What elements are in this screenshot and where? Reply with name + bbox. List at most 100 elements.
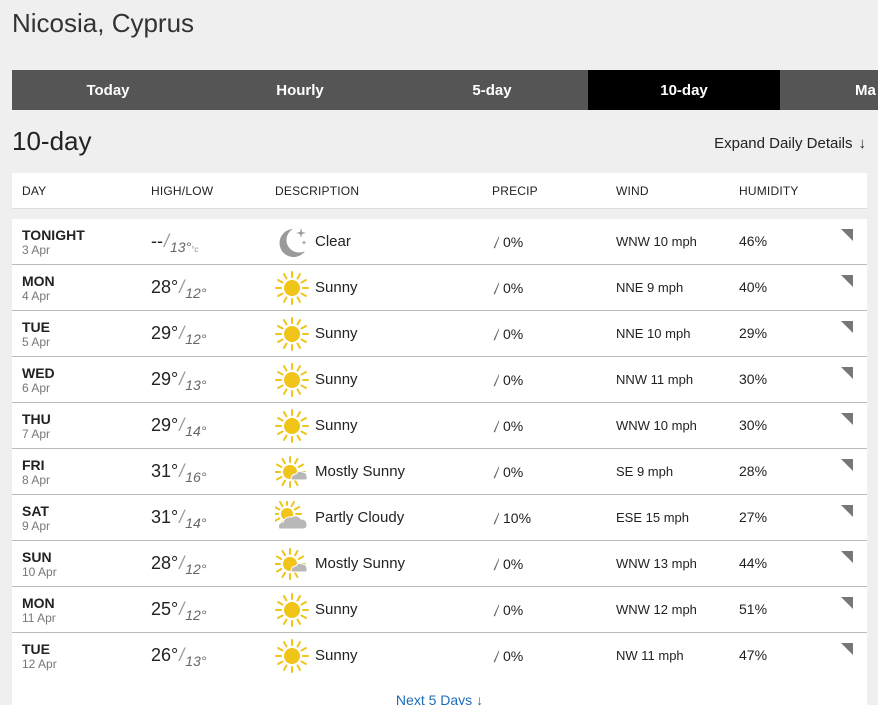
- expand-label: Expand Daily Details: [714, 135, 853, 152]
- high-temp: 29°: [151, 415, 179, 435]
- precip-value: 0%: [503, 555, 524, 572]
- expand-row-icon[interactable]: [841, 551, 853, 563]
- expand-row-icon[interactable]: [841, 643, 853, 655]
- expand-row-icon[interactable]: [841, 367, 853, 379]
- wind-cell: NNE 10 mph: [616, 325, 739, 343]
- table-row[interactable]: FRI 8 Apr 31°/16° Mostly Sunny 0% SE 9 m…: [12, 449, 867, 495]
- day-name: MON: [22, 272, 55, 289]
- tab-10-day[interactable]: 10-day: [588, 70, 780, 110]
- day-name: TUE: [22, 640, 50, 657]
- wind-cell: WNW 13 mph: [616, 555, 739, 573]
- humidity-value: 40%: [739, 278, 768, 295]
- raindrop-icon: [493, 557, 499, 570]
- expand-row-icon[interactable]: [841, 413, 853, 425]
- expand-row-icon[interactable]: [841, 459, 853, 471]
- mostly-sunny-icon: [274, 547, 309, 581]
- humidity-value: 51%: [739, 600, 768, 617]
- humidity-cell: 47%: [739, 647, 829, 665]
- precip-value: 10%: [503, 509, 532, 526]
- arrow-down-icon: ↓: [858, 135, 867, 152]
- description-text: Partly Cloudy: [315, 509, 405, 526]
- raindrop-icon: [493, 235, 499, 248]
- expand-row-icon[interactable]: [841, 275, 853, 287]
- precip-cell: 0%: [492, 280, 616, 296]
- table-row[interactable]: MON 11 Apr 25°/12° Sunny 0% WNW 12 mph 5…: [12, 587, 867, 633]
- precip-cell: 0%: [492, 464, 616, 480]
- expand-row-icon[interactable]: [841, 321, 853, 333]
- sun-icon: [275, 316, 309, 351]
- raindrop-icon: [493, 649, 499, 662]
- table-row[interactable]: SAT 9 Apr 31°/14° Partly Cloudy 10% ESE …: [12, 495, 867, 541]
- description-text: Sunny: [315, 371, 358, 388]
- highlow-cell: --/13°°c: [151, 231, 275, 255]
- precip-cell: 0%: [492, 326, 616, 342]
- day-date: 7 Apr: [22, 426, 51, 441]
- humidity-cell: 44%: [739, 555, 829, 573]
- table-row[interactable]: MON 4 Apr 28°/12° Sunny 0% NNE 9 mph 40%: [12, 265, 867, 311]
- expand-daily-details-button[interactable]: Expand Daily Details ↓: [714, 135, 866, 152]
- description-text: Sunny: [315, 417, 358, 434]
- low-temp: 16°: [185, 469, 207, 485]
- day-name: SUN: [22, 548, 52, 565]
- high-temp: 29°: [151, 369, 179, 389]
- precip-cell: 0%: [492, 418, 616, 434]
- description-text: Clear: [315, 233, 351, 250]
- header-wind: WIND: [616, 183, 649, 198]
- wind-cell: SE 9 mph: [616, 463, 739, 481]
- high-temp: 26°: [151, 645, 179, 665]
- precip-cell: 0%: [492, 648, 616, 664]
- day-cell: MON 4 Apr: [12, 273, 151, 303]
- tab-5-day[interactable]: 5-day: [396, 70, 588, 110]
- sun-icon: [275, 408, 309, 443]
- humidity-cell: 51%: [739, 601, 829, 619]
- table-row[interactable]: TUE 12 Apr 26°/13° Sunny 0% NW 11 mph 47…: [12, 633, 867, 679]
- wind-cell: NW 11 mph: [616, 647, 739, 665]
- humidity-cell: 40%: [739, 279, 829, 297]
- table-row[interactable]: TONIGHT 3 Apr --/13°°c Clear 0% WNW 10 m…: [12, 219, 867, 265]
- next-5-days-link[interactable]: Next 5 Days ↓: [12, 678, 867, 705]
- sun-icon: [275, 270, 309, 305]
- description-cell: Sunny: [275, 362, 492, 397]
- table-row[interactable]: WED 6 Apr 29°/13° Sunny 0% NNW 11 mph 30…: [12, 357, 867, 403]
- wind-cell: WNW 10 mph: [616, 233, 739, 251]
- tab-maps[interactable]: Ma: [780, 70, 876, 110]
- wind-value: NNE 9 mph: [616, 279, 684, 295]
- divider: /: [179, 277, 185, 297]
- precip-cell: 10%: [492, 510, 616, 526]
- humidity-value: 47%: [739, 646, 768, 663]
- precip-value: 0%: [503, 279, 524, 296]
- highlow-cell: 31°/14°: [151, 507, 275, 531]
- low-temp: 13°: [185, 377, 207, 393]
- divider: /: [179, 599, 185, 619]
- precip-value: 0%: [503, 371, 524, 388]
- high-temp: 31°: [151, 507, 179, 527]
- raindrop-icon: [493, 373, 499, 386]
- highlow-cell: 28°/12°: [151, 277, 275, 301]
- wind-value: NW 11 mph: [616, 647, 684, 663]
- description-cell: Sunny: [275, 316, 492, 351]
- raindrop-icon: [493, 419, 499, 432]
- header-highlow: HIGH/LOW: [151, 183, 214, 198]
- expand-row-icon[interactable]: [841, 229, 853, 241]
- day-cell: WED 6 Apr: [12, 365, 151, 395]
- expand-row-icon[interactable]: [841, 505, 853, 517]
- tab-today[interactable]: Today: [12, 70, 204, 110]
- tab-hourly[interactable]: Hourly: [204, 70, 396, 110]
- wind-value: WNW 12 mph: [616, 601, 697, 617]
- expand-row-icon[interactable]: [841, 597, 853, 609]
- day-date: 12 Apr: [22, 656, 57, 671]
- low-temp: 12°: [185, 607, 207, 623]
- humidity-value: 30%: [739, 416, 768, 433]
- day-name: SAT: [22, 502, 49, 519]
- precip-value: 0%: [503, 325, 524, 342]
- humidity-value: 46%: [739, 232, 768, 249]
- description-cell: Mostly Sunny: [274, 547, 492, 581]
- table-row[interactable]: TUE 5 Apr 29°/12° Sunny 0% NNE 10 mph 29…: [12, 311, 867, 357]
- table-row[interactable]: THU 7 Apr 29°/14° Sunny 0% WNW 10 mph 30…: [12, 403, 867, 449]
- description-text: Mostly Sunny: [315, 555, 406, 572]
- humidity-cell: 28%: [739, 463, 829, 481]
- temp-unit: °c: [191, 245, 199, 254]
- raindrop-icon: [493, 281, 499, 294]
- table-row[interactable]: SUN 10 Apr 28°/12° Mostly Sunny 0% WNW 1…: [12, 541, 867, 587]
- sun-icon: [275, 638, 309, 673]
